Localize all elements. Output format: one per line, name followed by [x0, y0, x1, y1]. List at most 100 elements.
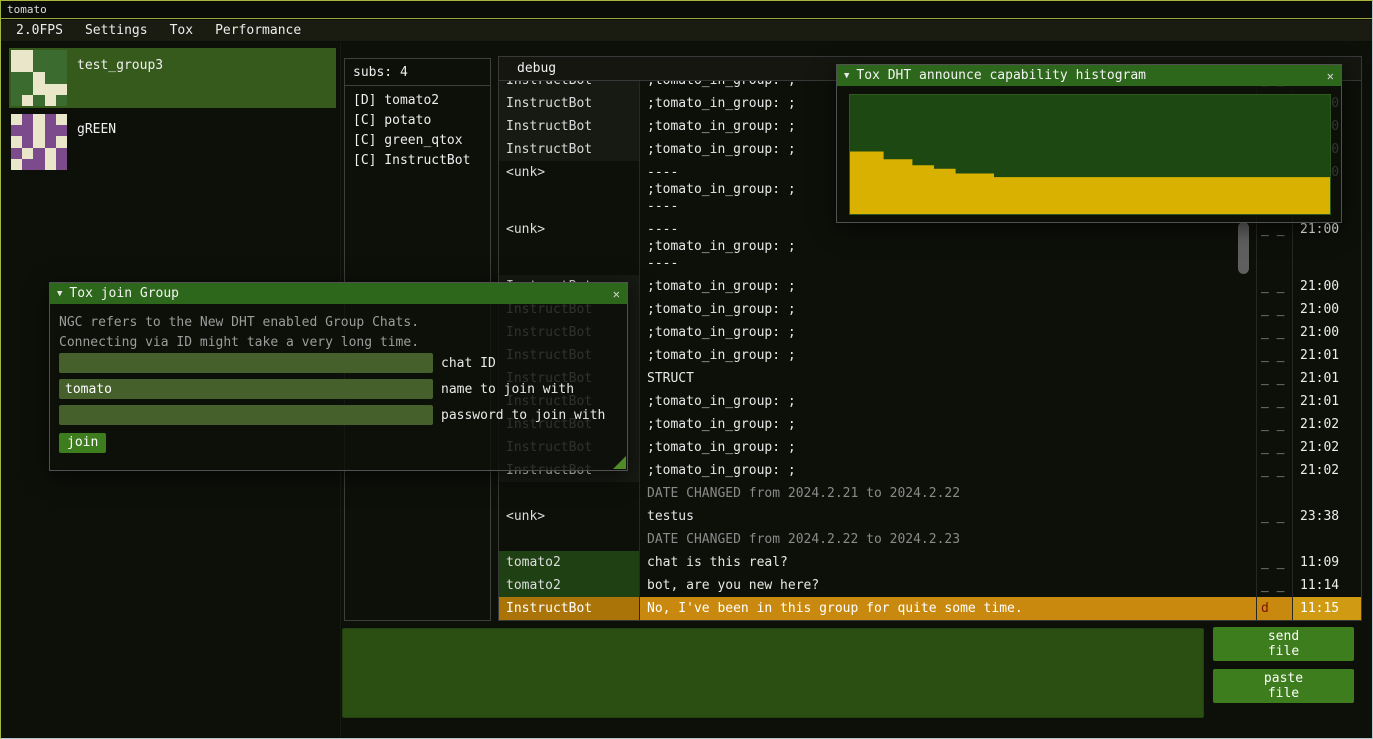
join-name-input[interactable] [59, 379, 433, 399]
chat-message-row[interactable]: DATE CHANGED from 2024.2.21 to 2024.2.22 [499, 482, 1361, 505]
collapse-icon[interactable]: ▼ [57, 289, 62, 299]
chat-message-row[interactable]: DATE CHANGED from 2024.2.22 to 2024.2.23 [499, 528, 1361, 551]
subs-item-tomato2[interactable]: [D] tomato2 [353, 91, 482, 111]
message-sender: <unk> [499, 218, 639, 275]
collapse-icon[interactable]: ▼ [844, 71, 849, 81]
chat-message-row[interactable]: InstructBot;tomato_in_group: ;_ _21:00 [499, 298, 1361, 321]
message-flags: _ _ [1256, 574, 1292, 597]
message-sender: InstructBot [499, 115, 639, 138]
subs-item-potato[interactable]: [C] potato [353, 111, 482, 131]
message-sender: InstructBot [499, 81, 639, 92]
message-text: ;tomato_in_group: ; [639, 436, 1256, 459]
message-flags [1256, 482, 1292, 505]
sidebar-group-gREEN[interactable]: gREEN [9, 112, 336, 172]
chat-scrollbar-thumb[interactable] [1238, 222, 1249, 274]
message-flags: d [1256, 597, 1292, 620]
close-icon[interactable]: ✕ [1327, 69, 1334, 83]
message-time: 21:02 [1292, 436, 1361, 459]
menu-fps[interactable]: 2.0FPS [5, 20, 74, 42]
message-flags: _ _ [1256, 218, 1292, 275]
chat-message-row[interactable]: tomato2chat is this real?_ _11:09 [499, 551, 1361, 574]
chat-message-row[interactable]: InstructBot;tomato_in_group: ;_ _21:00 [499, 321, 1361, 344]
paste-file-button[interactable]: paste file [1213, 669, 1354, 703]
message-sender: InstructBot [499, 138, 639, 161]
send-file-button[interactable]: send file [1213, 627, 1354, 661]
subs-item-InstructBot[interactable]: [C] InstructBot [353, 151, 482, 171]
subs-list: [D] tomato2[C] potato[C] green_qtox[C] I… [345, 86, 490, 176]
message-flags: _ _ [1256, 505, 1292, 528]
message-time: 21:02 [1292, 413, 1361, 436]
message-sender: tomato2 [499, 574, 639, 597]
chat-message-row[interactable]: InstructBotSTRUCT_ _21:01 [499, 367, 1361, 390]
message-text: DATE CHANGED from 2024.2.22 to 2024.2.23 [639, 528, 1256, 551]
chat-message-row[interactable]: InstructBotNo, I've been in this group f… [499, 597, 1361, 620]
group-avatar [11, 114, 67, 170]
dht-histogram-titlebar[interactable]: ▼ Tox DHT announce capability histogram … [837, 65, 1341, 86]
chat-message-row[interactable]: InstructBot;tomato_in_group: ;_ _21:02 [499, 413, 1361, 436]
join-password-input[interactable] [59, 405, 433, 425]
sidebar-group-test_group3[interactable]: test_group3 [9, 48, 336, 108]
dht-capability-plot[interactable] [849, 94, 1331, 215]
message-sender: InstructBot [499, 597, 639, 620]
chat-id-label: chat ID [441, 356, 496, 371]
message-text: ;tomato_in_group: ; [639, 390, 1256, 413]
os-title-bar[interactable]: tomato [1, 1, 1372, 19]
message-text: No, I've been in this group for quite so… [639, 597, 1256, 620]
group-name: gREEN [67, 114, 116, 137]
message-time [1292, 528, 1361, 551]
window-title: tomato [7, 3, 47, 16]
message-sender: InstructBot [499, 92, 639, 115]
join-info-line-2: Connecting via ID might take a very long… [59, 333, 618, 353]
chat-message-row[interactable]: InstructBot;tomato_in_group: ;_ _21:02 [499, 436, 1361, 459]
join-name-label: name to join with [441, 382, 574, 397]
message-flags: _ _ [1256, 459, 1292, 482]
message-text: ;tomato_in_group: ; [639, 275, 1256, 298]
message-text: bot, are you new here? [639, 574, 1256, 597]
message-flags: _ _ [1256, 551, 1292, 574]
message-flags: _ _ [1256, 367, 1292, 390]
menu-tox[interactable]: Tox [159, 20, 204, 42]
message-text: testus [639, 505, 1256, 528]
chat-message-row[interactable]: InstructBot;tomato_in_group: ;_ _21:01 [499, 344, 1361, 367]
menu-performance[interactable]: Performance [204, 20, 312, 42]
subs-item-green_qtox[interactable]: [C] green_qtox [353, 131, 482, 151]
chat-message-row[interactable]: InstructBot;tomato_in_group: ;_ _21:00 [499, 275, 1361, 298]
message-sender [499, 482, 639, 505]
chat-message-row[interactable]: InstructBot;tomato_in_group: ;_ _21:02 [499, 459, 1361, 482]
message-text: ;tomato_in_group: ; [639, 344, 1256, 367]
close-icon[interactable]: ✕ [613, 287, 620, 301]
message-sender: tomato2 [499, 551, 639, 574]
menu-settings[interactable]: Settings [74, 20, 159, 42]
message-input[interactable] [342, 628, 1204, 718]
message-flags: _ _ [1256, 298, 1292, 321]
message-flags: _ _ [1256, 413, 1292, 436]
message-time: 11:14 [1292, 574, 1361, 597]
message-time [1292, 482, 1361, 505]
message-sender: <unk> [499, 505, 639, 528]
join-group-titlebar[interactable]: ▼ Tox join Group ✕ [50, 283, 627, 304]
message-flags: _ _ [1256, 344, 1292, 367]
join-group-title: Tox join Group [69, 286, 605, 301]
resize-grip[interactable] [613, 456, 626, 469]
message-sender [499, 528, 639, 551]
chat-message-row[interactable]: InstructBot;tomato_in_group: ;_ _21:01 [499, 390, 1361, 413]
message-time: 21:00 [1292, 218, 1361, 275]
join-button[interactable]: join [59, 433, 106, 453]
chat-message-row[interactable]: <unk>testus_ _23:38 [499, 505, 1361, 528]
dht-histogram-window: ▼ Tox DHT announce capability histogram … [836, 64, 1342, 223]
message-time: 11:15 [1292, 597, 1361, 620]
dht-histogram-title: Tox DHT announce capability histogram [856, 68, 1319, 83]
subs-header: subs: 4 [345, 59, 490, 86]
message-time: 21:00 [1292, 298, 1361, 321]
join-password-label: password to join with [441, 408, 605, 423]
dht-histogram-body [837, 86, 1341, 222]
message-time: 21:02 [1292, 459, 1361, 482]
message-sender: <unk> [499, 161, 639, 218]
chat-message-row[interactable]: <unk>----;tomato_in_group: ;----_ _21:00 [499, 218, 1361, 275]
message-text: ;tomato_in_group: ; [639, 413, 1256, 436]
chat-message-row[interactable]: tomato2bot, are you new here?_ _11:14 [499, 574, 1361, 597]
chat-id-input[interactable] [59, 353, 433, 373]
message-text: ;tomato_in_group: ; [639, 298, 1256, 321]
message-text: ----;tomato_in_group: ;---- [639, 218, 1256, 275]
message-time: 21:01 [1292, 367, 1361, 390]
